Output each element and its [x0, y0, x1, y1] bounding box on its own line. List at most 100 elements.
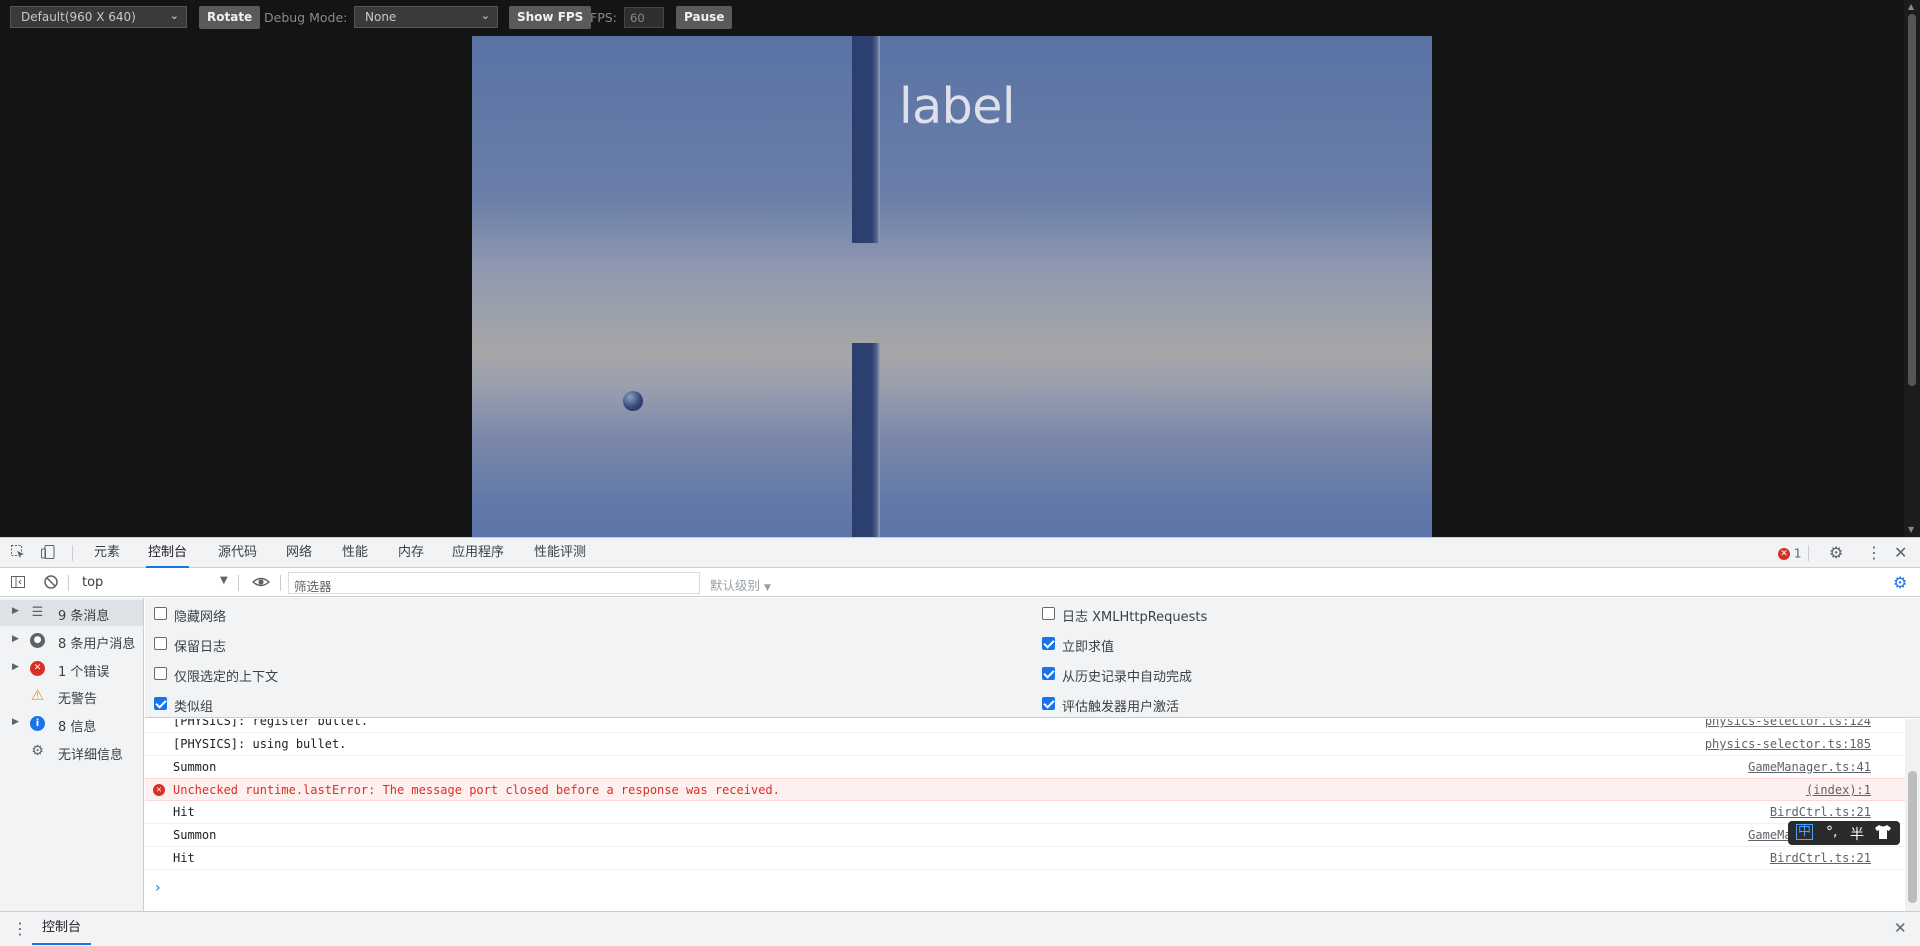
scroll-down-icon[interactable]: ▼: [1908, 525, 1914, 534]
user-activation-checkbox[interactable]: [1042, 697, 1055, 710]
close-icon[interactable]: ✕: [1894, 543, 1907, 562]
console-scrollbar-thumb[interactable]: [1908, 771, 1917, 903]
expand-icon[interactable]: ▶: [12, 606, 19, 616]
option-label: 日志 XMLHttpRequests: [1062, 610, 1208, 625]
drawer-tab-console[interactable]: 控制台: [32, 912, 92, 945]
list-icon: ☰: [31, 605, 44, 620]
log-message: Unchecked runtime.lastError: The message…: [173, 783, 780, 797]
more-vertical-icon[interactable]: ⋮: [1866, 543, 1882, 562]
log-row: Hit BirdCtrl.ts:21: [145, 801, 1905, 824]
sidebar-item-label: 9 条消息: [58, 609, 110, 624]
inspect-element-icon[interactable]: [10, 544, 26, 564]
sidebar-toggle-icon[interactable]: [10, 574, 26, 594]
fps-input[interactable]: 60: [624, 7, 664, 28]
rotate-button[interactable]: Rotate: [199, 6, 261, 29]
expand-icon[interactable]: ▶: [12, 634, 19, 644]
hide-network-checkbox[interactable]: [154, 607, 167, 620]
option-label: 仅限选定的上下文: [174, 670, 279, 685]
console-scrollbar[interactable]: [1905, 719, 1920, 911]
clear-console-icon[interactable]: [43, 574, 59, 594]
devtools-tab-bar: 元素 控制台 源代码 网络 性能 内存 应用程序 性能评测 ✕ 1 ⚙ ⋮ ✕: [0, 538, 1920, 568]
device-toolbar-icon[interactable]: [40, 544, 56, 564]
log-source-link[interactable]: BirdCtrl.ts:21: [1770, 805, 1871, 819]
tab-lighthouse[interactable]: 性能评测: [532, 538, 588, 568]
sidebar-item-user-messages[interactable]: ▶ ● 8 条用户消息: [0, 628, 143, 654]
sidebar-item-verbose[interactable]: ⚙ 无详细信息: [0, 739, 143, 765]
eager-eval-checkbox[interactable]: [1042, 637, 1055, 650]
ime-toolbar[interactable]: 中 °, 半: [1788, 821, 1900, 845]
tab-divider: [72, 545, 73, 561]
show-fps-button[interactable]: Show FPS: [509, 6, 592, 29]
context-select[interactable]: top: [82, 575, 103, 590]
eye-icon[interactable]: [251, 574, 271, 594]
group-similar-checkbox[interactable]: [154, 697, 167, 710]
game-canvas[interactable]: label: [472, 36, 1432, 537]
shirt-icon[interactable]: [1874, 824, 1892, 844]
log-source-link[interactable]: (index):1: [1806, 783, 1871, 797]
error-count: 1: [1793, 546, 1802, 561]
log-source-link[interactable]: physics-selector.ts:124: [1705, 719, 1871, 728]
debug-mode-value: None: [365, 10, 397, 24]
pipe-bottom: [852, 343, 880, 537]
warning-icon: ⚠: [30, 686, 45, 704]
ime-width[interactable]: 半: [1850, 824, 1864, 844]
sidebar-item-info[interactable]: ▶ i 8 信息: [0, 711, 143, 737]
device-select-value: Default(960 X 640): [21, 10, 136, 24]
page-scrollbar-thumb[interactable]: [1908, 14, 1916, 386]
console-prompt-icon[interactable]: ›: [155, 880, 161, 896]
chevron-down-icon: ⌄: [169, 9, 179, 22]
tab-network[interactable]: 网络: [284, 538, 314, 568]
ime-mode[interactable]: 中: [1796, 824, 1814, 840]
expand-icon[interactable]: ▶: [12, 717, 19, 727]
tab-sources[interactable]: 源代码: [216, 538, 259, 568]
pause-button[interactable]: Pause: [676, 6, 733, 29]
log-row-error: ✕ Unchecked runtime.lastError: The messa…: [145, 778, 1905, 801]
autocomplete-history-checkbox[interactable]: [1042, 667, 1055, 680]
log-row: Summon GameManager.ts:41: [145, 756, 1905, 779]
tab-performance[interactable]: 性能: [340, 538, 370, 568]
info-icon: i: [30, 716, 45, 731]
debug-mode-select[interactable]: None ⌄: [354, 6, 498, 28]
console-log[interactable]: [PHYSICS]: register bullet. physics-sele…: [145, 719, 1905, 911]
log-message: Hit: [173, 805, 195, 819]
sidebar-item-messages[interactable]: ▶ ☰ 9 条消息: [0, 600, 143, 626]
sidebar-item-warnings[interactable]: ⚠ 无警告: [0, 683, 143, 709]
game-label: label: [899, 78, 1016, 135]
expand-icon[interactable]: ▶: [12, 662, 19, 672]
tab-console[interactable]: 控制台: [146, 538, 190, 568]
error-counter[interactable]: ✕ 1: [1778, 546, 1801, 561]
log-xhr-checkbox[interactable]: [1042, 607, 1055, 620]
console-settings-pane: 隐藏网络 保留日志 仅限选定的上下文 类似组 日志 XMLHttpRequest…: [145, 598, 1920, 718]
selected-context-checkbox[interactable]: [154, 667, 167, 680]
log-source-link[interactable]: BirdCtrl.ts:21: [1770, 851, 1871, 865]
log-source-link[interactable]: GameManager.ts:41: [1748, 760, 1871, 774]
option-label: 立即求值: [1062, 640, 1115, 655]
option-label: 从历史记录中自动完成: [1062, 670, 1193, 685]
context-caret-icon[interactable]: ▼: [220, 575, 228, 586]
preview-toolbar: Default(960 X 640) ⌄ Rotate Debug Mode: …: [0, 0, 1900, 35]
more-vertical-icon[interactable]: ⋮: [12, 919, 28, 938]
tab-memory[interactable]: 内存: [396, 538, 426, 568]
filter-input[interactable]: 筛选器: [288, 572, 700, 594]
error-icon: ✕: [1778, 547, 1790, 560]
ime-punct[interactable]: °,: [1826, 824, 1837, 840]
tab-application[interactable]: 应用程序: [450, 538, 506, 568]
console-sidebar: ▶ ☰ 9 条消息 ▶ ● 8 条用户消息 ▶ ✕ 1 个错误 ⚠ 无警告 ▶ …: [0, 598, 144, 911]
tab-elements[interactable]: 元素: [92, 538, 122, 568]
page-scrollbar[interactable]: ▲ ▼: [1904, 0, 1920, 537]
log-row: [PHYSICS]: using bullet. physics-selecto…: [145, 733, 1905, 756]
gear-icon[interactable]: ⚙: [1829, 543, 1843, 562]
debug-mode-label: Debug Mode:: [264, 10, 348, 25]
preserve-log-checkbox[interactable]: [154, 637, 167, 650]
log-row: Hit BirdCtrl.ts:21: [145, 847, 1905, 870]
close-icon[interactable]: ✕: [1894, 919, 1907, 937]
scroll-up-icon[interactable]: ▲: [1908, 2, 1914, 11]
log-level-select[interactable]: 默认级别 ▼: [710, 575, 771, 594]
log-source-link[interactable]: physics-selector.ts:185: [1705, 737, 1871, 751]
sidebar-item-errors[interactable]: ▶ ✕ 1 个错误: [0, 656, 143, 682]
device-select[interactable]: Default(960 X 640) ⌄: [10, 6, 187, 28]
log-message: Hit: [173, 851, 195, 865]
devtools-panel: 元素 控制台 源代码 网络 性能 内存 应用程序 性能评测 ✕ 1 ⚙ ⋮ ✕ …: [0, 537, 1920, 946]
console-settings-gear-icon[interactable]: ⚙: [1893, 573, 1907, 592]
log-message: [PHYSICS]: using bullet.: [173, 737, 347, 751]
